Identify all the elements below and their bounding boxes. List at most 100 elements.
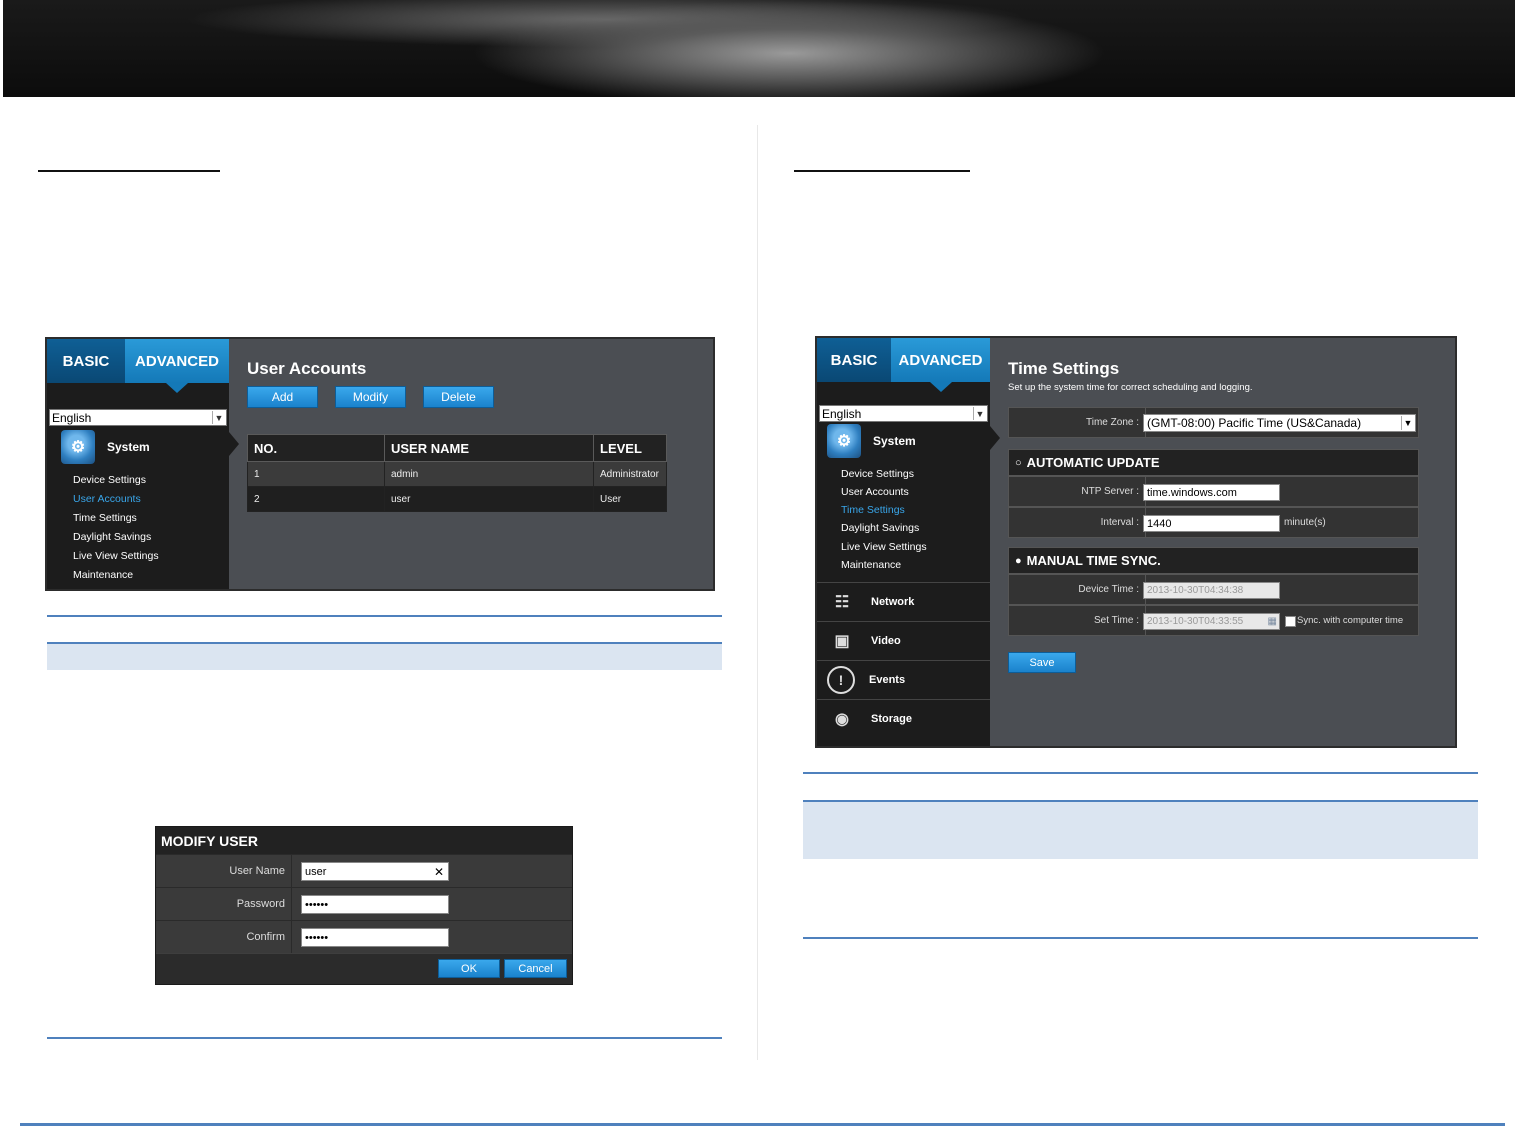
save-button[interactable]: Save: [1008, 652, 1076, 673]
modify-button[interactable]: Modify: [335, 386, 406, 408]
set-time-label: Set Time :: [1009, 606, 1146, 635]
cell-no: 2: [247, 486, 385, 512]
tab-advanced[interactable]: ADVANCED: [891, 338, 990, 392]
column-header-user-name: USER NAME: [384, 434, 594, 462]
network-icon: ☷: [834, 594, 850, 611]
tab-basic[interactable]: BASIC: [47, 339, 125, 383]
menu-user-accounts[interactable]: User Accounts: [73, 493, 141, 505]
menu-live-view-settings[interactable]: Live View Settings: [73, 550, 159, 562]
cell-user-name: admin: [384, 461, 594, 487]
automatic-update-label: AUTOMATIC UPDATE: [1026, 455, 1160, 470]
user-name-label: User Name: [156, 855, 292, 887]
manual-sync-label: MANUAL TIME SYNC.: [1026, 553, 1161, 568]
ntp-server-row: NTP Server : time.windows.com: [1008, 476, 1419, 507]
cell-level: User: [593, 486, 667, 512]
table-row[interactable]: 2 user User: [247, 486, 667, 512]
nav-video-label: Video: [871, 635, 901, 647]
video-camera-icon: ▣: [834, 633, 850, 650]
nav-storage[interactable]: ◉ Storage: [817, 699, 990, 738]
column-header-no: NO.: [247, 434, 385, 462]
nav-storage-label: Storage: [871, 713, 912, 725]
cancel-button[interactable]: Cancel: [504, 959, 567, 978]
delete-button[interactable]: Delete: [423, 386, 494, 408]
nav-network-label: Network: [871, 596, 915, 608]
system-section[interactable]: ⚙ System: [827, 423, 916, 459]
tab-basic[interactable]: BASIC: [817, 338, 891, 382]
password-row: Password ••••••: [156, 887, 572, 920]
set-time-input[interactable]: 2013-10-30T04:33:55 ▦: [1143, 613, 1280, 630]
page-title: User Accounts: [247, 359, 367, 378]
system-user-icon: ⚙: [61, 430, 95, 464]
user-name-input[interactable]: user ✕: [301, 862, 449, 881]
set-time-value: 2013-10-30T04:33:55: [1147, 616, 1244, 627]
left-bottom-rule: [47, 1037, 722, 1039]
interval-unit: minute(s): [1284, 517, 1326, 528]
device-time-value: 2013-10-30T04:34:38: [1147, 585, 1244, 596]
language-value: English: [52, 410, 92, 425]
chevron-down-icon: ▼: [212, 411, 225, 424]
page-title: Time Settings: [1008, 359, 1120, 378]
ntp-server-input[interactable]: time.windows.com: [1143, 484, 1280, 501]
language-select[interactable]: English ▼: [49, 409, 227, 426]
language-select[interactable]: English ▼: [819, 405, 988, 422]
add-button[interactable]: Add: [247, 386, 318, 408]
chevron-down-icon: ▼: [1401, 416, 1414, 430]
menu-time-settings[interactable]: Time Settings: [841, 504, 905, 516]
interval-label: Interval :: [1009, 508, 1146, 537]
nav-events[interactable]: ! Events: [817, 660, 990, 699]
column-divider: [757, 125, 758, 1060]
system-user-icon: ⚙: [827, 424, 861, 458]
cell-user-name: user: [384, 486, 594, 512]
menu-time-settings[interactable]: Time Settings: [73, 512, 137, 524]
menu-user-accounts[interactable]: User Accounts: [841, 486, 909, 498]
note-rule-top: [47, 615, 722, 617]
interval-row: Interval : 1440 minute(s): [1008, 507, 1419, 538]
active-pointer: [229, 432, 239, 456]
table-row[interactable]: 1 admin Administrator: [247, 461, 667, 487]
menu-maintenance[interactable]: Maintenance: [841, 559, 901, 571]
menu-daylight-savings[interactable]: Daylight Savings: [841, 522, 919, 534]
nav-video[interactable]: ▣ Video: [817, 621, 990, 660]
system-label: System: [873, 434, 916, 448]
cell-no: 1: [247, 461, 385, 487]
calendar-icon[interactable]: ▦: [1268, 616, 1277, 627]
sidebar: BASIC ADVANCED English ▼ ⚙ System Device…: [47, 339, 229, 589]
interval-value: 1440: [1147, 517, 1172, 530]
modify-user-dialog: MODIFY USER User Name user ✕ Password ••…: [155, 826, 573, 985]
sync-checkbox[interactable]: [1285, 616, 1296, 627]
ntp-server-value: time.windows.com: [1147, 486, 1237, 499]
header-banner: [3, 0, 1515, 97]
interval-input[interactable]: 1440: [1143, 515, 1280, 532]
menu-live-view-settings[interactable]: Live View Settings: [841, 541, 927, 553]
sidebar: BASIC ADVANCED English ▼ ⚙ System Device…: [817, 338, 990, 746]
system-label: System: [107, 440, 150, 454]
radio-selected-icon[interactable]: ●: [1015, 555, 1022, 567]
time-zone-label: Time Zone :: [1009, 408, 1146, 437]
confirm-label: Confirm: [156, 921, 292, 953]
menu-daylight-savings[interactable]: Daylight Savings: [73, 531, 151, 543]
column-header-level: LEVEL: [593, 434, 667, 462]
confirm-input[interactable]: ••••••: [301, 928, 449, 947]
note-box: [47, 644, 722, 670]
alert-icon: !: [827, 666, 855, 694]
automatic-update-header: ○ AUTOMATIC UPDATE: [1008, 449, 1419, 476]
ok-button[interactable]: OK: [438, 959, 500, 978]
menu-device-settings[interactable]: Device Settings: [841, 468, 914, 480]
confirm-row: Confirm ••••••: [156, 920, 572, 953]
storage-disk-icon: ◉: [835, 711, 849, 728]
device-time-input: 2013-10-30T04:34:38: [1143, 582, 1280, 599]
nav-network[interactable]: ☷ Network: [817, 582, 990, 621]
menu-maintenance[interactable]: Maintenance: [73, 569, 133, 581]
time-zone-select[interactable]: (GMT-08:00) Pacific Time (US&Canada) ▼: [1143, 414, 1416, 432]
system-section[interactable]: ⚙ System: [61, 429, 150, 465]
right-heading-underline: [794, 170, 970, 172]
user-table: NO. USER NAME LEVEL 1 admin Administrato…: [247, 434, 667, 512]
password-label: Password: [156, 888, 292, 920]
tab-advanced[interactable]: ADVANCED: [125, 339, 229, 393]
radio-unselected-icon[interactable]: ○: [1015, 457, 1022, 469]
menu-device-settings[interactable]: Device Settings: [73, 474, 146, 486]
password-input[interactable]: ••••••: [301, 895, 449, 914]
language-value: English: [822, 406, 862, 421]
close-icon[interactable]: ✕: [434, 865, 444, 879]
dialog-title: MODIFY USER: [156, 827, 572, 854]
